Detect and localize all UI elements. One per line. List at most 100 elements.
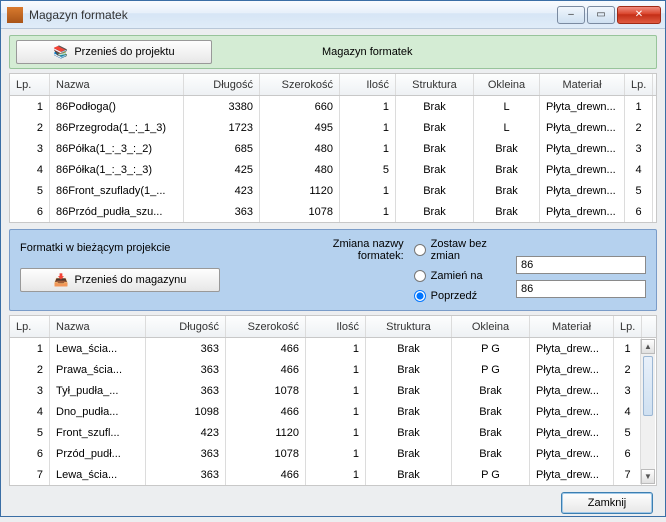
top-panel: 📚 Przenieś do projektu Magazyn formatek <box>9 35 657 69</box>
cell-lp2: 7 <box>614 464 642 485</box>
table-row[interactable]: 5Front_szufl...42311201BrakBrakPłyta_dre… <box>10 422 656 443</box>
cell-lp2: 4 <box>614 401 642 422</box>
scroll-down-button[interactable]: ▼ <box>641 469 655 484</box>
table-row[interactable]: 686Przód_pudła_szu...36310781BrakBrakPły… <box>10 201 656 222</box>
table-row[interactable]: 1Lewa_ścia...3634661BrakP GPłyta_drew...… <box>10 338 656 359</box>
cell-ilosc: 1 <box>306 422 366 443</box>
table-row[interactable]: 7Lewa_ścia...3634661BrakP GPłyta_drew...… <box>10 464 656 485</box>
cell-szerokosc: 1078 <box>226 380 306 401</box>
table-row[interactable]: 486Półka(1_:_3_:_3)4254805BrakBrakPłyta_… <box>10 159 656 180</box>
cell-szerokosc: 1078 <box>226 443 306 464</box>
cell-struktura: Brak <box>396 201 474 222</box>
radio-replace[interactable]: Zamień na <box>414 270 506 282</box>
prefix-text-input[interactable] <box>516 280 646 298</box>
radio-prefix[interactable]: Poprzedź <box>414 290 506 302</box>
move-to-project-button[interactable]: 📚 Przenieś do projektu <box>16 40 212 64</box>
minimize-button[interactable]: – <box>557 6 585 24</box>
cell-lp2: 2 <box>614 359 642 380</box>
radio-leave[interactable]: Zostaw bez zmian <box>414 238 506 262</box>
cell-okleina: Brak <box>452 380 530 401</box>
cell-lp2: 1 <box>614 338 642 359</box>
table-row[interactable]: 3Tył_pudła_...36310781BrakBrakPłyta_drew… <box>10 380 656 401</box>
close-window-button[interactable]: ✕ <box>617 6 661 24</box>
bottom-bar: Zamknij <box>9 486 657 514</box>
cell-struktura: Brak <box>396 96 474 117</box>
scrollbar-thumb[interactable] <box>643 356 653 416</box>
cell-nazwa: 86Front_szuflady(1_... <box>50 180 184 201</box>
cell-szerokosc: 1120 <box>226 422 306 443</box>
cell-szerokosc: 466 <box>226 338 306 359</box>
cell-material: Płyta_drew... <box>530 422 614 443</box>
cell-material: Płyta_drew... <box>530 359 614 380</box>
cell-okleina: L <box>474 117 540 138</box>
cell-ilosc: 1 <box>306 464 366 485</box>
col-struktura[interactable]: Struktura <box>396 74 474 95</box>
cell-material: Płyta_drewn... <box>540 201 625 222</box>
warehouse-grid-header[interactable]: Lp. Nazwa Długość Szerokość Ilość Strukt… <box>10 74 656 96</box>
cell-ilosc: 1 <box>340 138 396 159</box>
col-ilosc[interactable]: Ilość <box>306 316 366 337</box>
cell-okleina: Brak <box>452 401 530 422</box>
cell-ilosc: 1 <box>306 359 366 380</box>
vertical-scrollbar[interactable]: ▲ ▼ <box>640 339 655 484</box>
maximize-button[interactable]: ▭ <box>587 6 615 24</box>
col-dlugosc[interactable]: Długość <box>146 316 226 337</box>
radio-leave-input[interactable] <box>414 244 426 256</box>
cell-struktura: Brak <box>366 443 452 464</box>
col-dlugosc[interactable]: Długość <box>184 74 260 95</box>
cell-lp: 6 <box>10 443 50 464</box>
close-button[interactable]: Zamknij <box>561 492 653 514</box>
project-grid: Lp. Nazwa Długość Szerokość Ilość Strukt… <box>9 315 657 486</box>
cell-struktura: Brak <box>396 159 474 180</box>
scroll-up-button[interactable]: ▲ <box>641 339 655 354</box>
books-icon: 📚 <box>53 45 68 59</box>
cell-lp: 4 <box>10 401 50 422</box>
cell-lp: 3 <box>10 380 50 401</box>
project-grid-header[interactable]: Lp. Nazwa Długość Szerokość Ilość Strukt… <box>10 316 656 338</box>
table-row[interactable]: 586Front_szuflady(1_...42311201BrakBrakP… <box>10 180 656 201</box>
cell-okleina: Brak <box>452 422 530 443</box>
table-row[interactable]: 6Przód_pudł...36310781BrakBrakPłyta_drew… <box>10 443 656 464</box>
cell-material: Płyta_drew... <box>530 380 614 401</box>
cell-material: Płyta_drewn... <box>540 180 625 201</box>
col-lp2[interactable]: Lp. <box>625 74 653 95</box>
col-okleina[interactable]: Okleina <box>452 316 530 337</box>
name-change-label: Zmiana nazwy formatek: <box>290 238 404 262</box>
tray-icon: 📥 <box>54 273 69 287</box>
col-okleina[interactable]: Okleina <box>474 74 540 95</box>
cell-nazwa: 86Półka(1_:_3_:_3) <box>50 159 184 180</box>
table-row[interactable]: 286Przegroda(1_:_1_3)17234951BrakLPłyta_… <box>10 117 656 138</box>
col-lp2[interactable]: Lp. <box>614 316 642 337</box>
cell-material: Płyta_drew... <box>530 401 614 422</box>
cell-dlugosc: 425 <box>184 159 260 180</box>
cell-okleina: Brak <box>474 138 540 159</box>
cell-ilosc: 1 <box>306 338 366 359</box>
table-row[interactable]: 186Podłoga()33806601BrakLPłyta_drewn...1 <box>10 96 656 117</box>
col-material[interactable]: Materiał <box>540 74 625 95</box>
radio-prefix-input[interactable] <box>414 290 426 302</box>
col-ilosc[interactable]: Ilość <box>340 74 396 95</box>
titlebar[interactable]: Magazyn formatek – ▭ ✕ <box>1 1 665 29</box>
radio-replace-input[interactable] <box>414 270 426 282</box>
col-szerokosc[interactable]: Szerokość <box>226 316 306 337</box>
cell-dlugosc: 3380 <box>184 96 260 117</box>
cell-ilosc: 1 <box>306 443 366 464</box>
replace-text-input[interactable] <box>516 256 646 274</box>
table-row[interactable]: 4Dno_pudła...10984661BrakBrakPłyta_drew.… <box>10 401 656 422</box>
col-lp[interactable]: Lp. <box>10 316 50 337</box>
col-lp[interactable]: Lp. <box>10 74 50 95</box>
table-row[interactable]: 386Półka(1_:_3_:_2)6854801BrakBrakPłyta_… <box>10 138 656 159</box>
col-szerokosc[interactable]: Szerokość <box>260 74 340 95</box>
cell-nazwa: Przód_pudł... <box>50 443 146 464</box>
move-to-warehouse-button[interactable]: 📥 Przenieś do magazynu <box>20 268 220 292</box>
cell-nazwa: Lewa_ścia... <box>50 464 146 485</box>
col-nazwa[interactable]: Nazwa <box>50 74 184 95</box>
middle-panel: Formatki w bieżącym projekcie 📥 Przenieś… <box>9 229 657 311</box>
col-nazwa[interactable]: Nazwa <box>50 316 146 337</box>
cell-nazwa: Dno_pudła... <box>50 401 146 422</box>
move-to-project-label: Przenieś do projektu <box>74 46 174 58</box>
table-row[interactable]: 2Prawa_ścia...3634661BrakP GPłyta_drew..… <box>10 359 656 380</box>
col-material[interactable]: Materiał <box>530 316 614 337</box>
cell-dlugosc: 423 <box>184 180 260 201</box>
col-struktura[interactable]: Struktura <box>366 316 452 337</box>
